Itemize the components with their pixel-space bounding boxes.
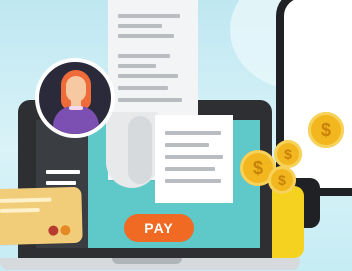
receipt-roll — [128, 116, 152, 184]
dollar-coin-icon: $ — [274, 140, 302, 168]
user-avatar-icon — [35, 58, 115, 138]
pay-button[interactable]: PAY — [124, 214, 194, 242]
credit-card-icon — [0, 186, 83, 246]
receipt-front-sheet — [155, 115, 233, 203]
laptop-notch — [112, 258, 182, 264]
dollar-coin-icon: $ — [268, 166, 296, 194]
illustration-scene: PAY $ $ $ $ — [0, 0, 352, 271]
dollar-coin-icon: $ — [308, 112, 344, 148]
